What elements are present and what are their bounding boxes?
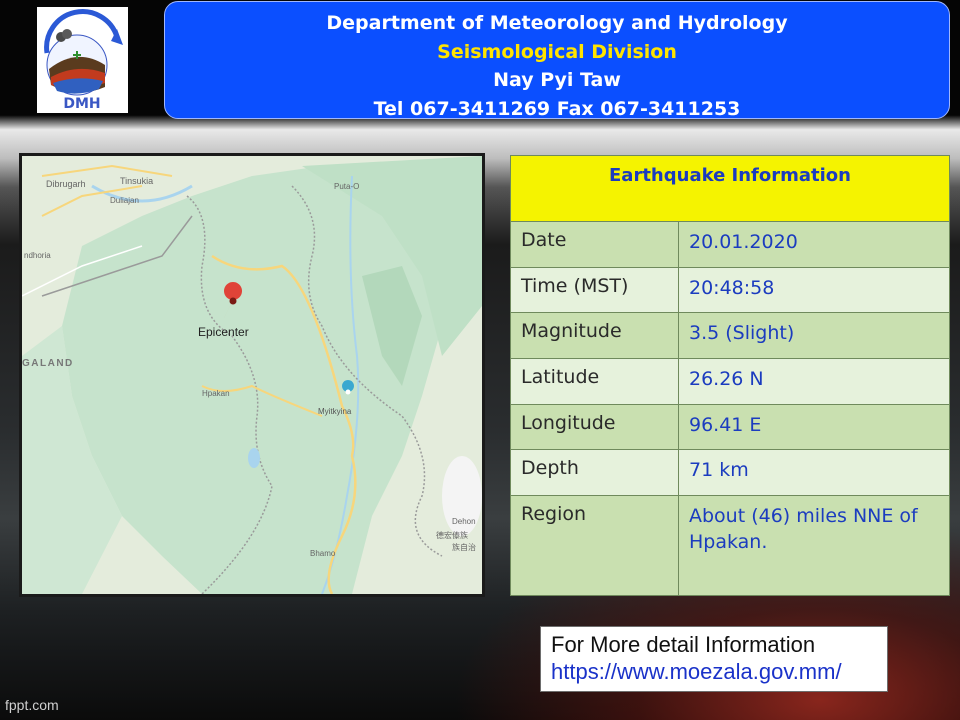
table-row: Depth 71 km bbox=[510, 449, 950, 496]
header-department: Department of Meteorology and Hydrology bbox=[326, 12, 788, 34]
place-duliajan: Duliajan bbox=[110, 196, 139, 205]
table-row: Date 20.01.2020 bbox=[510, 221, 950, 268]
map-svg: Dibrugarh Tinsukia Duliajan Puta-O ndhor… bbox=[22, 156, 482, 594]
logo-text: DMH bbox=[63, 96, 100, 112]
place-cjk2: 族自治 bbox=[452, 542, 476, 552]
more-info-label: For More detail Information bbox=[551, 632, 816, 657]
table-row: Region About (46) miles NNE of Hpakan. bbox=[510, 495, 950, 596]
table-row: Latitude 26.26 N bbox=[510, 357, 950, 405]
place-bhamo: Bhamo bbox=[310, 549, 336, 558]
place-myitkyina: Myitkyina bbox=[318, 407, 352, 416]
epicenter-map: Dibrugarh Tinsukia Duliajan Puta-O ndhor… bbox=[19, 153, 485, 597]
watermark: fppt.com bbox=[5, 697, 59, 713]
row-label-depth: Depth bbox=[510, 449, 679, 496]
header-city: Nay Pyi Taw bbox=[493, 69, 621, 91]
place-putao: Puta-O bbox=[334, 182, 359, 191]
row-value-latitude: 26.26 N bbox=[678, 357, 950, 405]
place-ndhoria: ndhoria bbox=[24, 251, 51, 260]
header-division: Seismological Division bbox=[437, 40, 677, 63]
table-row: Time (MST) 20:48:58 bbox=[510, 266, 950, 314]
row-label-time: Time (MST) bbox=[510, 266, 679, 314]
row-label-region: Region bbox=[510, 495, 679, 596]
earthquake-info-table: Earthquake Information Date 20.01.2020 T… bbox=[510, 155, 950, 596]
place-dehong: Dehon bbox=[452, 517, 476, 526]
epicenter-label: Epicenter bbox=[198, 325, 249, 339]
place-dibrugarh: Dibrugarh bbox=[46, 179, 86, 189]
row-label-longitude: Longitude bbox=[510, 403, 679, 451]
header-banner: Department of Meteorology and Hydrology … bbox=[164, 1, 950, 120]
row-value-region: About (46) miles NNE of Hpakan. bbox=[678, 495, 950, 596]
dmh-logo-icon: DMH bbox=[44, 9, 123, 112]
place-cjk1: 德宏傣族 bbox=[436, 530, 468, 540]
place-galand: GALAND bbox=[22, 358, 74, 369]
row-label-latitude: Latitude bbox=[510, 357, 679, 405]
row-value-date: 20.01.2020 bbox=[678, 221, 950, 268]
row-value-time: 20:48:58 bbox=[678, 266, 950, 314]
more-info-link[interactable]: https://www.moezala.gov.mm/ bbox=[551, 658, 887, 685]
place-hpakan: Hpakan bbox=[202, 389, 230, 398]
place-tinsukia: Tinsukia bbox=[120, 176, 153, 186]
table-title: Earthquake Information bbox=[510, 155, 950, 222]
row-value-longitude: 96.41 E bbox=[678, 403, 950, 451]
row-value-depth: 71 km bbox=[678, 449, 950, 496]
dmh-logo: DMH bbox=[37, 7, 128, 113]
table-row: Magnitude 3.5 (Slight) bbox=[510, 312, 950, 359]
row-label-magnitude: Magnitude bbox=[510, 312, 679, 359]
more-info-box: For More detail Information https://www.… bbox=[540, 626, 888, 692]
table-row: Longitude 96.41 E bbox=[510, 403, 950, 451]
header-contact: Tel 067-3411269 Fax 067-3411253 bbox=[373, 97, 741, 120]
row-label-date: Date bbox=[510, 221, 679, 268]
row-value-magnitude: 3.5 (Slight) bbox=[678, 312, 950, 359]
